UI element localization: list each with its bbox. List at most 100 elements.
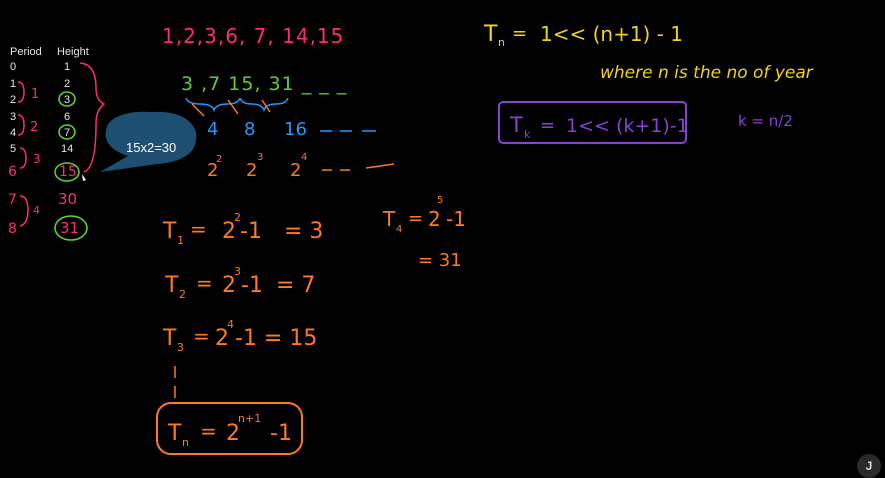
table-height: 14 xyxy=(61,143,73,155)
table-period: 4 xyxy=(10,127,16,139)
eq-base: 2 xyxy=(428,207,441,231)
eq-exp: 3 xyxy=(234,265,241,278)
eq-sub: 1 xyxy=(177,234,184,247)
table-height: 31 xyxy=(60,219,79,237)
table-height: 1 xyxy=(64,61,70,73)
callout-bubble: 15x2=30 xyxy=(100,111,197,172)
table-height: 2 xyxy=(64,78,70,90)
eq-sub: n xyxy=(498,36,505,49)
eq-result: = 31 xyxy=(418,250,462,271)
cursor-icon xyxy=(82,174,86,181)
orange-arrows xyxy=(191,99,271,117)
equation-t3: T 3 = 2 4 -1 = 15 xyxy=(162,318,317,354)
table-periods: 0 1 2 3 4 5 6 7 8 xyxy=(8,61,17,237)
group-label: 1 xyxy=(31,87,39,102)
table-height: 15 xyxy=(59,164,77,180)
eq-equals: = xyxy=(190,217,207,241)
eq-lhs: T xyxy=(162,219,177,244)
eq-equals: = xyxy=(196,271,213,295)
eq-exp: 4 xyxy=(227,318,234,331)
equation-t2: T 2 = 2 3 -1 = 7 xyxy=(164,265,315,301)
pow-term: 16 xyxy=(284,119,307,140)
group-label: 3 xyxy=(33,152,41,166)
eq-rest: -1 xyxy=(240,219,262,244)
sequence-exp: 2 2 2 3 2 4 xyxy=(207,152,395,181)
group-label: 2 xyxy=(30,120,38,135)
bracket xyxy=(19,147,27,169)
big-bracket xyxy=(79,62,106,173)
arrow xyxy=(261,99,271,113)
table-period: 3 xyxy=(10,111,16,123)
table-height: 7 xyxy=(64,127,70,139)
pow-term: 8 xyxy=(244,119,255,140)
eq-rest: -1 xyxy=(241,273,263,298)
table-height: 6 xyxy=(64,111,70,123)
brace xyxy=(185,97,241,113)
table-header-period: Period xyxy=(10,46,42,58)
eq-sub: 4 xyxy=(396,224,402,235)
eq-sub: k xyxy=(524,128,531,141)
eq-sub: n xyxy=(182,436,189,449)
table-heights: 1 2 3 6 7 14 15 30 31 xyxy=(58,61,79,237)
eq-equals: = xyxy=(512,23,527,44)
difference-braces xyxy=(185,97,289,113)
eq-lhs: T xyxy=(483,22,498,47)
eq-rest: -1 xyxy=(446,207,466,231)
eq-lhs: T xyxy=(167,421,182,446)
eq-lhs: T xyxy=(162,326,177,351)
eq-result: = 7 xyxy=(276,273,315,298)
eq-exp: n+1 xyxy=(238,412,261,425)
equation-t1: T 1 = 2 2 -1 = 3 xyxy=(162,211,323,247)
eq-result: = 3 xyxy=(284,219,323,244)
sequence-top: 1,2,3,6, 7, 14,15 xyxy=(162,24,344,48)
eq-equals: = xyxy=(408,208,423,229)
eq-exp: 5 xyxy=(437,195,443,206)
exp-power: 4 xyxy=(301,152,307,163)
k-note: k = n/2 xyxy=(738,112,793,130)
table-period: 7 xyxy=(8,192,17,208)
where-note: where n is the no of year xyxy=(600,63,814,83)
table-header-height: Height xyxy=(57,46,89,58)
table-period: 1 xyxy=(10,78,16,90)
bracket xyxy=(17,81,25,103)
table-period: 0 xyxy=(10,61,16,73)
formula-tk-box: T k = 1<< (k+1)-1 xyxy=(498,101,689,144)
eq-lhs: T xyxy=(382,207,396,231)
eq-rhs: 1<< (k+1)-1 xyxy=(566,115,689,137)
exp-power: 3 xyxy=(257,152,263,163)
eq-lhs: T xyxy=(509,113,523,137)
eq-equals: = xyxy=(540,115,555,136)
formula-tn: T n = 1<< (n+1) - 1 xyxy=(483,22,683,49)
table-period: 5 xyxy=(10,143,16,155)
eq-lhs: T xyxy=(164,273,179,298)
arrow xyxy=(191,103,205,117)
exp-power: 2 xyxy=(216,154,222,165)
eq-rest: -1 = 15 xyxy=(235,326,317,351)
eq-sub: 2 xyxy=(179,288,186,301)
table-height: 30 xyxy=(58,190,77,208)
general-formula-box: T n = 2 n+1 -1 xyxy=(156,402,303,455)
pow-term: 4 xyxy=(207,119,218,140)
user-avatar-badge[interactable]: J xyxy=(857,454,881,478)
equation-t4: T 4 = 2 5 -1 = 31 xyxy=(382,195,466,271)
eq-rhs: 1<< (n+1) - 1 xyxy=(540,22,683,46)
sequence-pow: 4 8 16 xyxy=(207,119,376,140)
callout-text: 15x2=30 xyxy=(126,140,176,155)
whiteboard-canvas: Period Height 0 1 2 3 4 5 6 7 8 1 2 3 6 … xyxy=(8,22,814,455)
table-period: 8 xyxy=(8,221,17,237)
table-period: 6 xyxy=(8,164,17,180)
group-label: 4 xyxy=(33,204,40,217)
table-period: 2 xyxy=(10,94,16,106)
bracket xyxy=(17,114,25,136)
exp-base: 2 xyxy=(290,160,301,181)
bracket xyxy=(19,195,29,227)
exp-base: 2 xyxy=(246,160,257,181)
eq-equals: = xyxy=(200,419,217,443)
eq-rest: -1 xyxy=(270,421,292,446)
eq-sub: 3 xyxy=(177,341,184,354)
group-labels: 1 2 3 4 xyxy=(30,87,41,217)
eq-equals: = xyxy=(193,324,210,348)
sequence-odd: 3 ,7 15, 31 _ _ _ xyxy=(181,73,347,95)
table-height: 3 xyxy=(64,94,70,106)
continuation-dashes xyxy=(322,163,395,171)
